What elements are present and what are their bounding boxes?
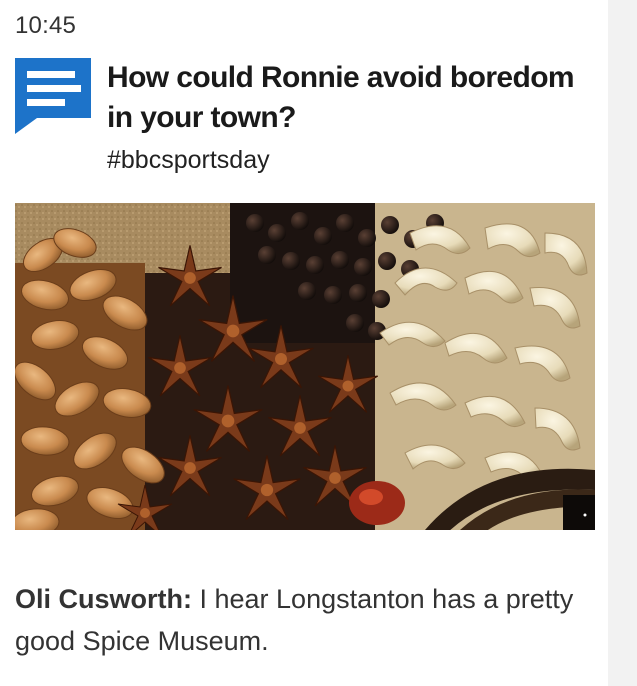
post-question: How could Ronnie avoid boredom in your t…	[107, 61, 575, 134]
reader-comment: Oli Cusworth: I hear Longstanton has a p…	[15, 578, 595, 662]
spices-photo	[15, 203, 595, 530]
comment-bubble-icon	[15, 58, 91, 134]
live-post-card: 10:45 How could Ronnie avoid boredom in …	[0, 0, 608, 686]
comment-author: Oli Cusworth:	[15, 584, 192, 614]
post-hashtag[interactable]: #bbcsportsday	[107, 146, 270, 175]
post-timestamp: 10:45	[15, 12, 77, 39]
